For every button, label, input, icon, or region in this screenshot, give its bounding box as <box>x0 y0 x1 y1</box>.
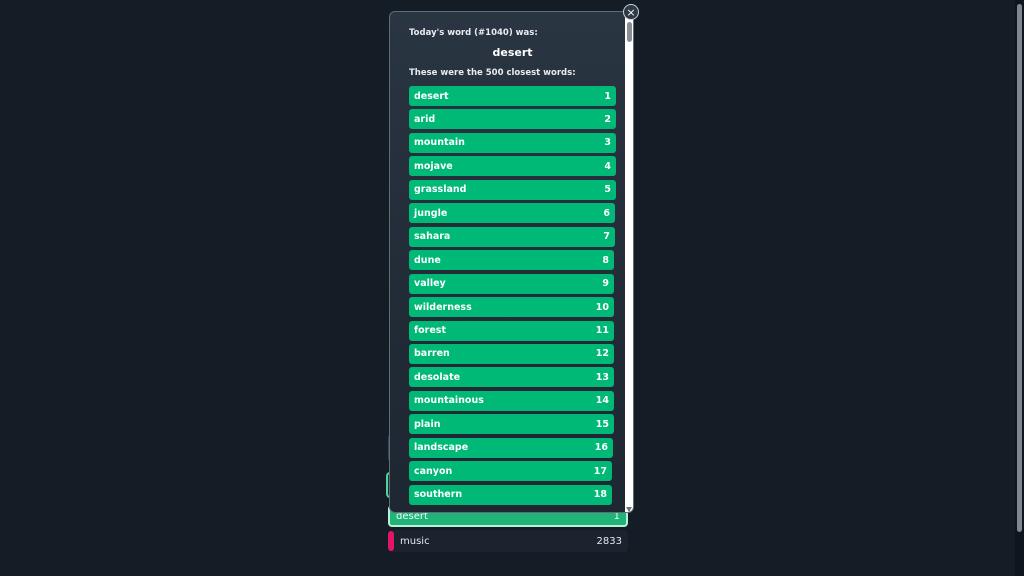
word-text: wilderness <box>414 301 472 313</box>
word-rank: 12 <box>595 348 609 360</box>
word-rank: 3 <box>604 137 611 149</box>
word-text: plain <box>414 418 441 430</box>
word-text: jungle <box>414 207 448 219</box>
word-text: forest <box>414 325 446 336</box>
modal-scrollbar[interactable] <box>625 12 633 512</box>
modal-subtitle: These were the 500 closest words: <box>409 68 576 78</box>
word-text: sahara <box>414 231 451 243</box>
page-scrollbar[interactable] <box>1015 0 1024 576</box>
guess-row-music: music 2833 <box>388 530 628 552</box>
word-rank: 4 <box>604 160 611 172</box>
word-row: grassland 5 <box>409 179 616 200</box>
word-text: southern <box>414 489 463 501</box>
word-row: mojave 4 <box>409 156 616 177</box>
word-row: canyon 17 <box>409 461 612 482</box>
close-icon: × <box>626 5 636 19</box>
word-rank: 17 <box>593 465 607 477</box>
word-rank: 6 <box>603 207 610 219</box>
word-rank: 10 <box>595 301 609 313</box>
word-row: barren 12 <box>409 343 614 364</box>
word-text: arid <box>414 113 436 125</box>
word-text: mountainous <box>414 395 484 407</box>
modal-scrollbar-thumb[interactable] <box>627 22 632 42</box>
distance-indicator <box>388 531 394 551</box>
word-row: desert 1 <box>409 86 616 106</box>
word-rank: 11 <box>595 325 609 336</box>
word-rank: 15 <box>595 418 609 430</box>
word-text: valley <box>414 278 446 290</box>
word-text: canyon <box>414 465 453 477</box>
word-rank: 2 <box>604 113 611 125</box>
secret-word: desert <box>492 46 533 59</box>
word-row: plain 15 <box>409 414 614 435</box>
word-rank: 5 <box>604 184 611 196</box>
word-rank: 16 <box>594 442 608 454</box>
word-rank: 8 <box>602 254 609 266</box>
word-row: mountain 3 <box>409 132 616 153</box>
word-row: jungle 6 <box>409 203 615 224</box>
word-row: dune 8 <box>409 250 614 271</box>
word-row: mountainous 14 <box>409 390 614 411</box>
word-rank: 18 <box>593 489 607 501</box>
results-modal: Today's word (#1040) was: desert These w… <box>389 11 634 513</box>
word-rank: 7 <box>603 231 610 243</box>
word-row: southern 18 <box>409 484 612 505</box>
close-button[interactable]: × <box>623 4 639 20</box>
guess-word: music <box>400 535 430 547</box>
word-row: desolate 13 <box>409 367 614 388</box>
word-row: arid 2 <box>409 109 616 130</box>
word-text: mountain <box>414 137 465 149</box>
modal-title: Today's word (#1040) was: <box>409 28 538 38</box>
word-rank: 14 <box>595 395 609 407</box>
word-text: barren <box>414 348 450 360</box>
word-text: dune <box>414 254 441 266</box>
guess-rank: 2833 <box>596 535 622 547</box>
word-text: grassland <box>414 184 467 196</box>
word-text: desolate <box>414 371 461 383</box>
guess-left: music <box>388 531 430 551</box>
word-text: landscape <box>414 442 469 454</box>
word-row: forest 11 <box>409 320 614 341</box>
scroll-down-arrow-icon[interactable] <box>626 507 632 512</box>
word-text: desert <box>414 90 449 102</box>
word-rank: 13 <box>595 371 609 383</box>
word-rank: 9 <box>602 278 609 290</box>
word-rank: 1 <box>604 90 611 102</box>
word-row: wilderness 10 <box>409 297 614 318</box>
word-row: valley 9 <box>409 273 614 294</box>
word-text: mojave <box>414 160 453 172</box>
word-row: sahara 7 <box>409 226 615 247</box>
word-row: landscape 16 <box>409 437 613 458</box>
page-scrollbar-thumb[interactable] <box>1017 4 1022 532</box>
